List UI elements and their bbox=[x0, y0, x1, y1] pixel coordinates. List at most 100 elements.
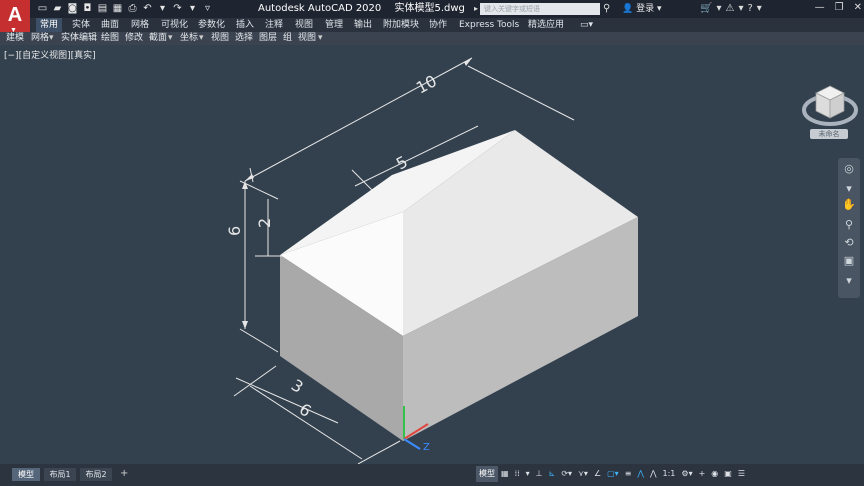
tab-collaborate[interactable]: 协作 bbox=[429, 18, 447, 32]
open-folder-icon[interactable]: ▰ bbox=[51, 3, 64, 15]
panel-selection[interactable]: 选择 bbox=[235, 32, 253, 45]
chevron-down-icon[interactable]: ▾ bbox=[738, 2, 743, 16]
panel-mesh[interactable]: 网格 bbox=[31, 32, 49, 45]
customize-qat-icon[interactable]: ▿ bbox=[201, 3, 214, 15]
isodraft-icon[interactable]: ⋎▾ bbox=[575, 466, 591, 482]
cart-icon[interactable]: 🛒 bbox=[700, 2, 712, 16]
search-input[interactable]: 键入关键字或短语 bbox=[480, 3, 600, 15]
panel-modeling[interactable]: 建模 bbox=[6, 32, 24, 45]
menu-icon[interactable]: ☰ bbox=[735, 466, 748, 482]
ortho-icon[interactable]: ⊾ bbox=[546, 466, 559, 482]
tab-addins[interactable]: 附加模块 bbox=[383, 18, 419, 32]
tab-parametric[interactable]: 参数化 bbox=[198, 18, 225, 32]
web-open-icon[interactable]: ▤ bbox=[96, 3, 109, 15]
dim-offset-text: 3 bbox=[288, 375, 307, 396]
redo-dropdown-icon[interactable]: ▾ bbox=[186, 3, 199, 15]
tab-manage[interactable]: 管理 bbox=[325, 18, 343, 32]
binoculars-icon[interactable]: ⚲ bbox=[603, 2, 610, 16]
annotation-visibility-icon[interactable]: ⋀ bbox=[634, 466, 647, 482]
chevron-down-icon[interactable]: ▾ bbox=[838, 182, 860, 196]
login-button[interactable]: 👤 登录 ▾ bbox=[622, 2, 662, 16]
plot-icon[interactable]: ⎙ bbox=[126, 3, 139, 15]
undo-dropdown-icon[interactable]: ▾ bbox=[156, 3, 169, 15]
auto-scale-icon[interactable]: ⋀ bbox=[647, 466, 660, 482]
tab-layout1[interactable]: 布局1 bbox=[44, 468, 76, 481]
restore-icon[interactable]: ❐ bbox=[835, 1, 844, 15]
object-snap-tracking-icon[interactable]: ∠ bbox=[591, 466, 604, 482]
panel-coordinates[interactable]: 坐标 bbox=[180, 32, 198, 45]
minimize-icon[interactable]: — bbox=[815, 1, 825, 15]
login-label: 登录 bbox=[636, 4, 655, 14]
hardware-acceleration-icon[interactable]: ▣ bbox=[721, 466, 735, 482]
save-icon[interactable]: ◙ bbox=[66, 3, 79, 15]
redo-icon[interactable]: ↷ bbox=[171, 3, 184, 15]
tab-featured-apps[interactable]: 精选应用 bbox=[528, 18, 564, 32]
ribbon-tabs: 常用 实体 曲面 网格 可视化 参数化 插入 注释 视图 管理 输出 附加模块 … bbox=[30, 18, 864, 32]
dim-roof-height-text: 2 bbox=[255, 218, 274, 228]
search-expand-icon[interactable]: ▸ bbox=[474, 3, 478, 15]
infer-constraints-icon[interactable]: ⊥ bbox=[533, 466, 546, 482]
add-icon[interactable]: + bbox=[696, 466, 709, 482]
chevron-down-icon[interactable]: ▾ bbox=[49, 32, 54, 45]
dim-height-text: 6 bbox=[225, 226, 244, 236]
pan-hand-icon[interactable]: ✋ bbox=[838, 198, 860, 212]
grid-icon[interactable]: ▦ bbox=[498, 466, 512, 482]
orbit-icon[interactable]: ⟲ bbox=[838, 236, 860, 250]
panel-groups[interactable]: 组 bbox=[283, 32, 292, 45]
lineweight-icon[interactable]: ≡ bbox=[622, 466, 635, 482]
chevron-down-icon[interactable]: ▾ bbox=[523, 466, 533, 482]
panel-view-2[interactable]: 视图 bbox=[298, 32, 316, 45]
panel-solid-editing[interactable]: 实体编辑 bbox=[61, 32, 97, 45]
tab-mesh[interactable]: 网格 bbox=[131, 18, 149, 32]
tab-insert[interactable]: 插入 bbox=[236, 18, 254, 32]
annotation-scale[interactable]: 1:1 bbox=[660, 466, 679, 482]
panel-layers[interactable]: 图层 bbox=[259, 32, 277, 45]
tab-output[interactable]: 输出 bbox=[354, 18, 372, 32]
chevron-down-icon[interactable]: ▾ bbox=[716, 2, 721, 16]
viewcube[interactable] bbox=[802, 80, 858, 136]
chevron-down-icon[interactable]: ▾ bbox=[199, 32, 204, 45]
chevron-down-icon[interactable]: ▾ bbox=[838, 274, 860, 288]
chevron-down-icon[interactable]: ▾ bbox=[318, 32, 323, 45]
tab-home[interactable]: 常用 bbox=[36, 18, 63, 32]
panel-view[interactable]: 视图 bbox=[211, 32, 229, 45]
object-snap-icon[interactable]: ▢▾ bbox=[604, 466, 622, 482]
model-drawing: 10 5 6 2 3 6 Z bbox=[225, 57, 638, 464]
panel-modify[interactable]: 修改 bbox=[125, 32, 143, 45]
tab-view[interactable]: 视图 bbox=[295, 18, 313, 32]
panel-draw[interactable]: 绘图 bbox=[101, 32, 119, 45]
ribbon-toggle-icon[interactable]: ▭▾ bbox=[580, 18, 593, 32]
viewcube-ucs-menu[interactable]: 未命名 bbox=[810, 129, 848, 139]
tab-visualize[interactable]: 可视化 bbox=[161, 18, 188, 32]
tab-layout2[interactable]: 布局2 bbox=[80, 468, 112, 481]
new-file-icon[interactable]: ▭ bbox=[36, 3, 49, 15]
help-icon[interactable]: ? bbox=[747, 2, 752, 16]
steering-wheel-icon[interactable]: ◎ bbox=[838, 162, 860, 176]
connect-icon[interactable]: ⚠ bbox=[725, 2, 734, 16]
tab-express-tools[interactable]: Express Tools bbox=[459, 18, 519, 32]
tab-surface[interactable]: 曲面 bbox=[101, 18, 119, 32]
tab-solid[interactable]: 实体 bbox=[72, 18, 90, 32]
undo-icon[interactable]: ↶ bbox=[141, 3, 154, 15]
add-layout-icon[interactable]: + bbox=[120, 467, 128, 481]
zoom-icon[interactable]: ⚲ bbox=[838, 218, 860, 232]
chevron-down-icon[interactable]: ▾ bbox=[757, 2, 762, 16]
model-space-button[interactable]: 模型 bbox=[476, 466, 498, 482]
tab-annotate[interactable]: 注释 bbox=[265, 18, 283, 32]
polar-icon[interactable]: ⟳▾ bbox=[558, 466, 575, 482]
snap-icon[interactable]: ⁞⁞ bbox=[512, 466, 523, 482]
save-as-icon[interactable]: ◘ bbox=[81, 3, 94, 15]
panel-section[interactable]: 截面 bbox=[149, 32, 167, 45]
chevron-down-icon[interactable]: ▾ bbox=[168, 32, 173, 45]
showmotion-icon[interactable]: ▣ bbox=[838, 254, 860, 268]
application-menu-button[interactable]: A ▼ bbox=[0, 0, 30, 34]
user-icon: 👤 bbox=[622, 4, 634, 14]
workspace-gear-icon[interactable]: ⚙▾ bbox=[678, 466, 695, 482]
navigation-bar: ◎ ▾ ✋ ⚲ ⟲ ▣ ▾ bbox=[838, 158, 860, 298]
tab-model[interactable]: 模型 bbox=[12, 468, 40, 481]
close-icon[interactable]: ✕ bbox=[854, 1, 862, 15]
web-save-icon[interactable]: ▦ bbox=[111, 3, 124, 15]
app-title: Autodesk AutoCAD 2020 bbox=[258, 3, 382, 14]
drawing-viewport[interactable]: [−][自定义视图][真实] 10 5 6 2 3 6 Z 未命名 ◎ ▾ ✋ … bbox=[0, 46, 864, 464]
isolate-objects-icon[interactable]: ◉ bbox=[708, 466, 721, 482]
